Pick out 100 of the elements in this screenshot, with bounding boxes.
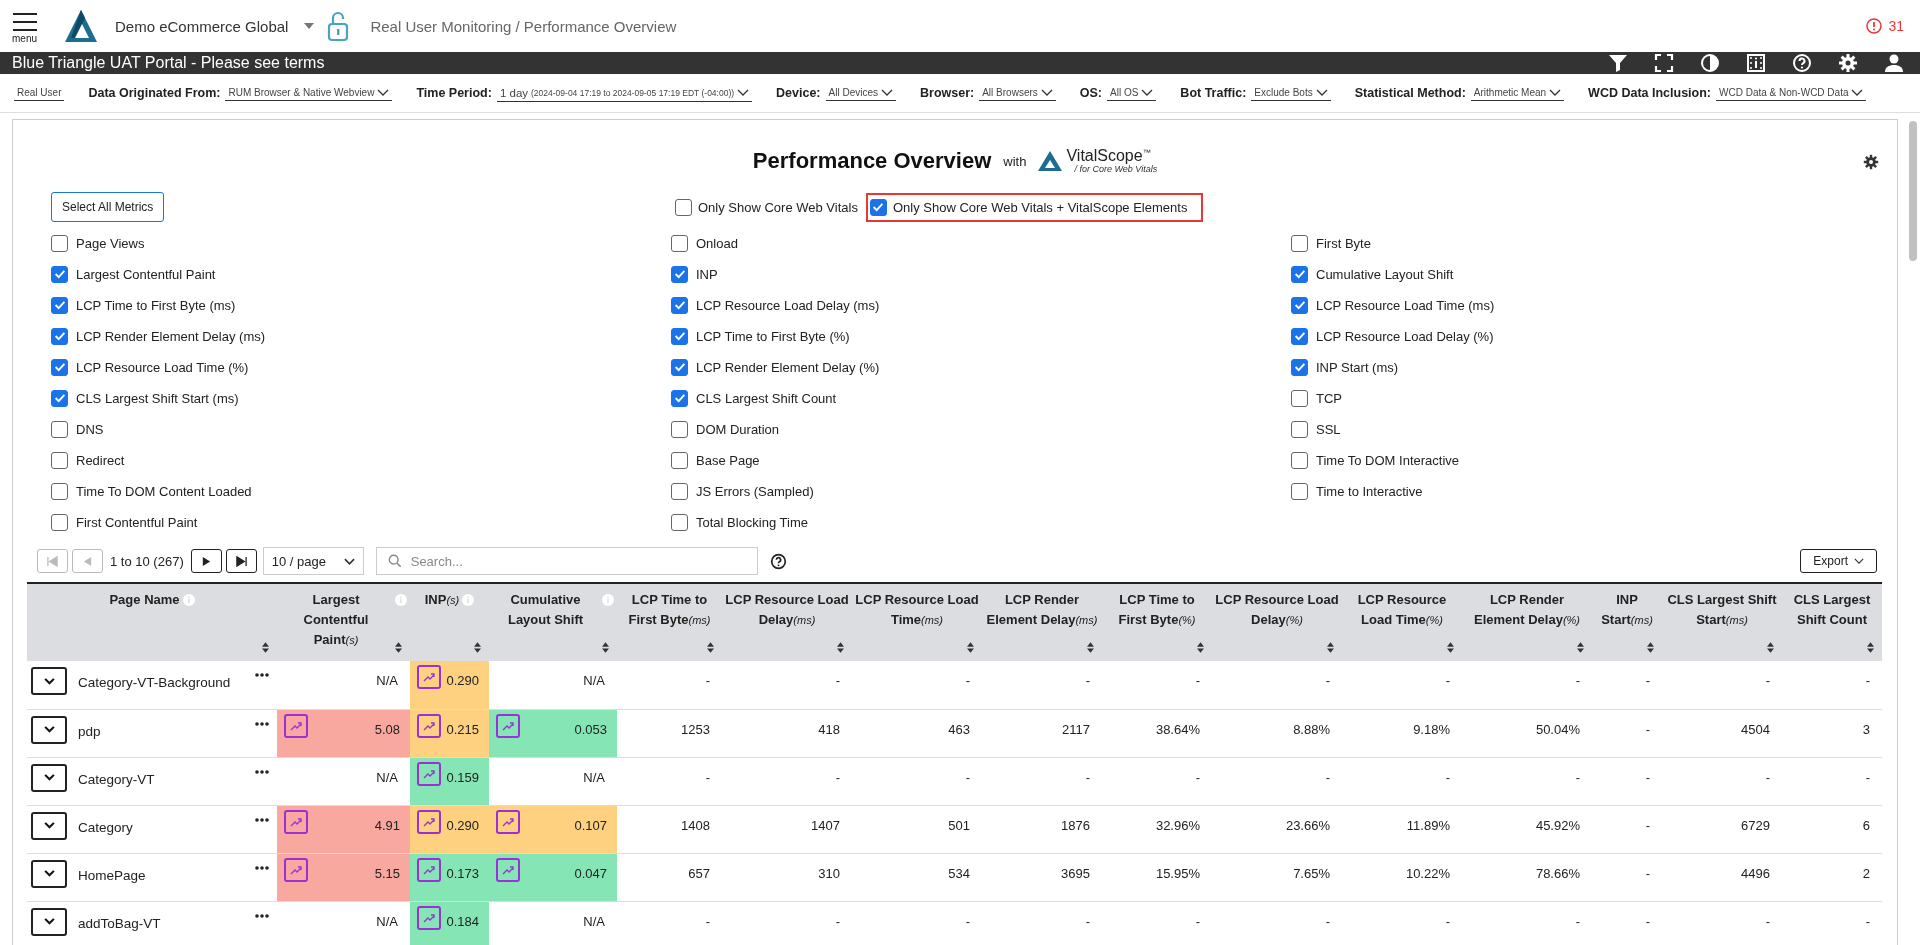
column-header[interactable]: LCP Resource Load Delay(ms) — [722, 583, 852, 661]
checkbox-label[interactable]: Time To DOM Content Loaded — [76, 483, 252, 499]
filter-dropdown[interactable]: RUM Browser & Native Webview — [225, 85, 393, 101]
checkbox[interactable] — [671, 389, 688, 407]
page-name[interactable]: Category-VT — [78, 771, 255, 788]
expand-button[interactable] — [31, 859, 67, 888]
column-header[interactable]: LCP Resource Load Time(%) — [1342, 583, 1462, 661]
checkbox-label[interactable]: DNS — [76, 421, 104, 437]
expand-button[interactable] — [31, 907, 67, 936]
trend-icon[interactable] — [496, 713, 520, 738]
column-header[interactable]: CLS Largest Shift Count — [1782, 583, 1882, 661]
checkbox-label[interactable]: LCP Resource Load Time (ms) — [1316, 297, 1495, 313]
checkbox-label[interactable]: Only Show Core Web Vitals + VitalScope Elements — [892, 199, 1188, 215]
checkbox-label[interactable]: SSL — [1316, 421, 1341, 437]
help-icon[interactable] — [769, 552, 787, 570]
checkbox[interactable] — [1291, 482, 1308, 500]
checkbox-label[interactable]: LCP Time to First Byte (ms) — [76, 297, 236, 313]
last-page-button[interactable] — [225, 549, 257, 573]
filter-dropdown[interactable]: Exclude Bots — [1251, 85, 1331, 101]
settings-icon[interactable] — [1838, 53, 1858, 73]
checkbox-label[interactable]: First Contentful Paint — [76, 514, 198, 530]
filter-icon[interactable] — [1608, 53, 1628, 73]
checkbox-label[interactable]: Page Views — [76, 235, 145, 251]
sort-icon[interactable] — [967, 642, 974, 653]
checkbox-label[interactable]: Onload — [696, 235, 738, 251]
column-header[interactable]: LCP Time to First Byte(%) — [1102, 583, 1212, 661]
sort-icon[interactable] — [262, 642, 269, 653]
checkbox[interactable] — [1291, 234, 1308, 252]
sort-icon[interactable] — [707, 642, 714, 653]
sort-icon[interactable] — [1327, 642, 1334, 653]
checkbox-label[interactable]: Cumulative Layout Shift — [1316, 266, 1454, 282]
expand-button[interactable] — [31, 715, 67, 744]
trend-icon[interactable] — [417, 713, 441, 738]
sort-icon[interactable] — [474, 642, 481, 653]
trend-icon[interactable] — [417, 809, 441, 834]
more-icon[interactable] — [255, 817, 269, 822]
checkbox[interactable] — [51, 358, 68, 376]
alert-icon[interactable] — [1866, 18, 1883, 34]
sort-icon[interactable] — [395, 642, 402, 653]
sort-icon[interactable] — [602, 642, 609, 653]
checkbox-label[interactable]: LCP Resource Load Delay (%) — [1316, 328, 1494, 344]
checkbox-label[interactable]: LCP Resource Load Delay (ms) — [696, 297, 880, 313]
expand-button[interactable] — [31, 811, 67, 840]
expand-button[interactable] — [31, 763, 67, 792]
checkbox[interactable] — [671, 358, 688, 376]
sort-icon[interactable] — [1577, 642, 1584, 653]
filter-dropdown[interactable]: Arithmetic Mean — [1470, 85, 1565, 101]
more-icon[interactable] — [255, 913, 269, 918]
filter-dropdown[interactable]: All Browsers — [979, 85, 1056, 101]
page-name[interactable]: Category — [78, 819, 255, 836]
checkbox[interactable] — [51, 327, 68, 345]
checkbox-label[interactable]: Base Page — [696, 452, 760, 468]
checkbox-label[interactable]: LCP Render Element Delay (ms) — [76, 328, 266, 344]
film-info-icon[interactable] — [1746, 53, 1766, 73]
search-field[interactable]: Search... — [375, 547, 758, 575]
column-header[interactable]: INP Start(ms) — [1592, 583, 1662, 661]
checkbox-label[interactable]: CLS Largest Shift Count — [696, 390, 837, 406]
next-page-button[interactable] — [190, 549, 222, 573]
page-name[interactable]: addToBag-VT — [78, 915, 255, 932]
padlock-icon[interactable] — [326, 10, 351, 42]
sort-icon[interactable] — [837, 642, 844, 653]
checkbox-label[interactable]: TCP — [1316, 390, 1342, 406]
checkbox[interactable] — [51, 482, 68, 500]
more-icon[interactable] — [255, 769, 269, 774]
alert-count[interactable]: 31 — [1888, 18, 1904, 34]
checkbox-label[interactable]: Redirect — [76, 452, 125, 468]
checkbox-label[interactable]: Only Show Core Web Vitals — [698, 199, 858, 215]
sort-icon[interactable] — [1087, 642, 1094, 653]
checkbox[interactable] — [671, 420, 688, 438]
checkbox[interactable] — [671, 513, 688, 531]
column-header[interactable]: Page Name — [27, 583, 277, 661]
checkbox[interactable] — [671, 482, 688, 500]
checkbox[interactable] — [675, 198, 692, 216]
checkbox[interactable] — [51, 265, 68, 283]
more-icon[interactable] — [255, 673, 269, 677]
checkbox[interactable] — [1291, 296, 1308, 314]
more-icon[interactable] — [255, 865, 269, 870]
menu-button[interactable]: menu — [12, 12, 37, 44]
trend-icon[interactable] — [496, 857, 520, 882]
checkbox[interactable] — [51, 451, 68, 469]
checkbox[interactable] — [671, 451, 688, 469]
trend-icon[interactable] — [284, 857, 308, 882]
filter-field[interactable]: Real User — [14, 85, 65, 101]
checkbox-label[interactable]: Largest Contentful Paint — [76, 266, 216, 282]
checkbox[interactable] — [671, 296, 688, 314]
checkbox[interactable] — [1291, 358, 1308, 376]
checkbox[interactable] — [51, 389, 68, 407]
filter-dropdown[interactable]: All OS — [1107, 85, 1157, 101]
export-button[interactable]: Export — [1800, 549, 1877, 573]
checkbox-label[interactable]: DOM Duration — [696, 421, 780, 437]
checkbox-label[interactable]: INP — [696, 266, 718, 282]
checkbox[interactable] — [51, 296, 68, 314]
trend-icon[interactable] — [417, 857, 441, 882]
checkbox[interactable] — [51, 420, 68, 438]
fullscreen-icon[interactable] — [1654, 53, 1674, 73]
column-header[interactable]: Cumulative Layout Shift — [489, 583, 617, 661]
caret-icon[interactable] — [304, 23, 315, 29]
filter-dropdown[interactable]: All Devices — [825, 85, 896, 101]
checkbox[interactable] — [1291, 327, 1308, 345]
filter-dropdown[interactable]: 1 day (2024-09-04 17:19 to 2024-09-05 17:19 EDT (-04:00)) — [496, 84, 753, 102]
